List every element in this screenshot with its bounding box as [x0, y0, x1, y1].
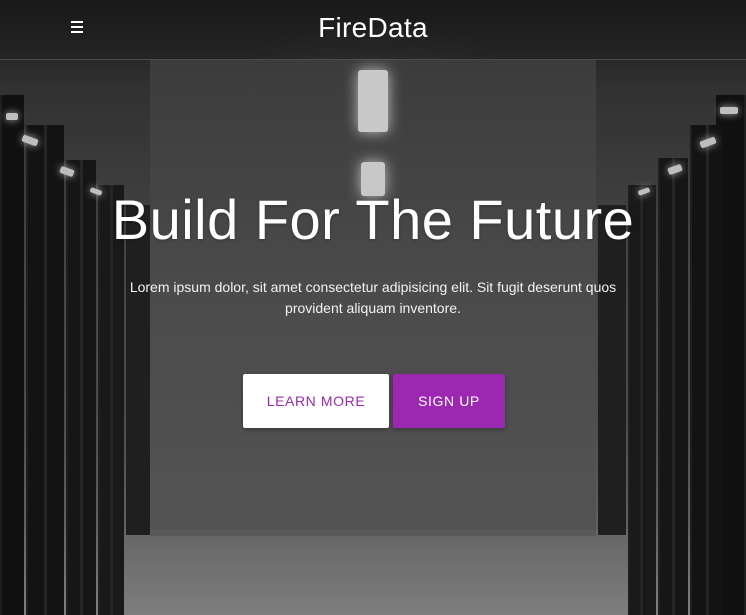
learn-more-button[interactable]: Learn More [243, 374, 389, 428]
hero-title: Build For The Future [111, 188, 635, 251]
brand-logo[interactable]: FireData [0, 12, 746, 44]
sign-up-button[interactable]: Sign Up [393, 374, 505, 428]
hero-description: Lorem ipsum dolor, sit amet consectetur … [129, 279, 617, 316]
navbar: FireData [0, 0, 746, 60]
